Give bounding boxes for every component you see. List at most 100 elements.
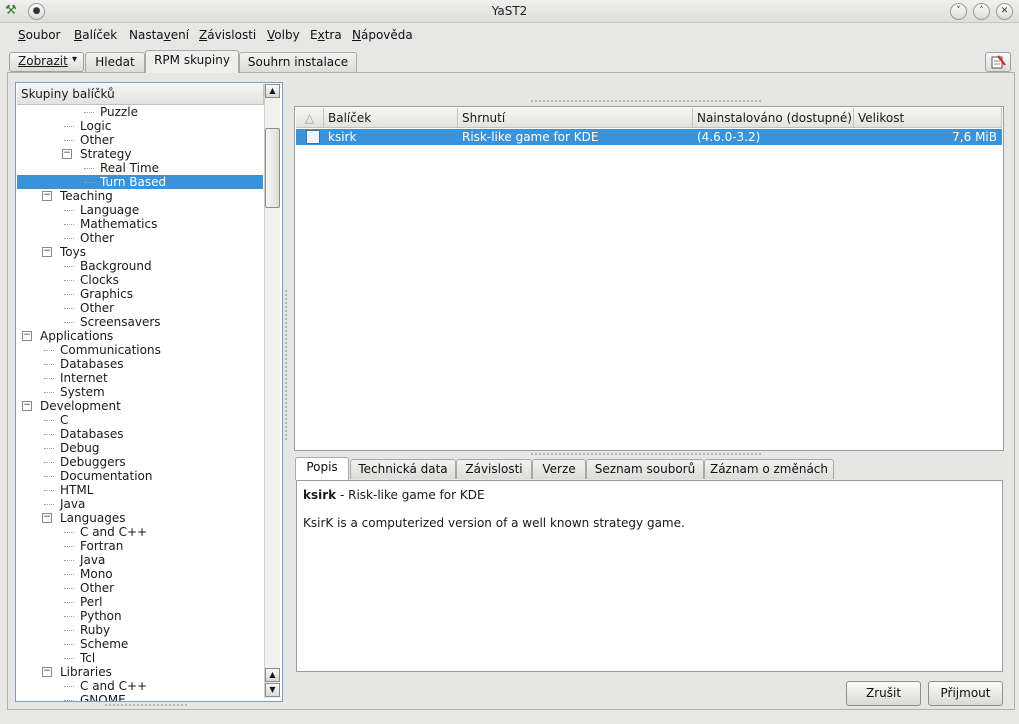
tree-item[interactable]: Applications − xyxy=(16,329,263,343)
tree-item[interactable]: Languages − xyxy=(16,511,263,525)
accept-button[interactable]: Přijmout xyxy=(928,681,1003,706)
tree-item-label: C xyxy=(60,413,69,427)
tab-souhrn-instalace[interactable]: Souhrn instalace xyxy=(239,52,357,72)
tree-item[interactable]: Communications xyxy=(16,343,263,357)
tree-item[interactable]: Mathematics xyxy=(16,217,263,231)
package-status-checkbox[interactable] xyxy=(306,130,320,144)
menu-nastaveni[interactable]: Nastavení xyxy=(129,28,189,42)
tree-scrollbar[interactable]: ▲ ▲ ▼ xyxy=(264,84,280,698)
tree-item[interactable]: Puzzle xyxy=(16,105,263,119)
splitter-grip-top[interactable] xyxy=(531,100,761,102)
splitter-grip[interactable] xyxy=(105,704,187,706)
tree-connector xyxy=(64,140,74,141)
tree-item[interactable]: Toys − xyxy=(16,245,263,259)
view-dropdown-label: Zobrazit xyxy=(18,54,68,68)
tree-collapse-icon[interactable]: − xyxy=(42,513,52,523)
tree-item[interactable]: Background xyxy=(16,259,263,273)
menu-soubor[interactable]: Soubor xyxy=(18,28,60,42)
tree-item[interactable]: Mono xyxy=(16,567,263,581)
menu-balicek[interactable]: Balíček xyxy=(74,28,117,42)
tree-item[interactable]: GNOME xyxy=(16,693,263,701)
package-table[interactable]: △ Balíček Shrnutí Nainstalováno (dostupn… xyxy=(294,106,1004,451)
tree-collapse-icon[interactable]: − xyxy=(42,247,52,257)
tree-item[interactable]: Other xyxy=(16,133,263,147)
menu-extra[interactable]: Extra xyxy=(310,28,342,42)
tree-item[interactable]: Scheme xyxy=(16,637,263,651)
tree-item[interactable]: Graphics xyxy=(16,287,263,301)
tree-item[interactable]: Turn Based xyxy=(17,175,263,189)
tree-item[interactable]: Development − xyxy=(16,399,263,413)
package-group-tree[interactable]: Skupiny balíčků Puzzle Logic Other Strategy… xyxy=(15,82,283,702)
status-column-header[interactable]: △ xyxy=(296,108,324,128)
menu-napoveda[interactable]: Nápověda xyxy=(352,28,413,42)
tree-item[interactable]: HTML xyxy=(16,483,263,497)
tree-item[interactable]: Debug xyxy=(16,441,263,455)
cancel-button[interactable]: Zrušit xyxy=(846,681,921,706)
tree-item[interactable]: Documentation xyxy=(16,469,263,483)
tree-item[interactable]: Clocks xyxy=(16,273,263,287)
tree-item[interactable]: System xyxy=(16,385,263,399)
tree-item[interactable]: Perl xyxy=(16,595,263,609)
maximize-button[interactable]: ˄ xyxy=(973,3,990,20)
column-header-shrnuti[interactable]: Shrnutí xyxy=(458,108,693,128)
log-button[interactable] xyxy=(985,52,1011,72)
menu-volby[interactable]: Volby xyxy=(267,28,300,42)
tab-popis[interactable]: Popis xyxy=(295,457,349,480)
tab-technicka-data[interactable]: Technická data xyxy=(350,459,456,479)
column-header-balicek[interactable]: Balíček xyxy=(324,108,458,128)
tab-hledat[interactable]: Hledat xyxy=(85,52,145,72)
tree-item[interactable]: Java xyxy=(16,553,263,567)
tree-collapse-icon[interactable]: − xyxy=(22,401,32,411)
tree-item[interactable]: Language xyxy=(16,203,263,217)
tree-item[interactable]: Databases xyxy=(16,357,263,371)
tree-item[interactable]: C and C++ xyxy=(16,525,263,539)
close-button[interactable]: ✕ xyxy=(996,3,1013,20)
tree-item[interactable]: Internet xyxy=(16,371,263,385)
tree-item[interactable]: Ruby xyxy=(16,623,263,637)
column-header-velikost[interactable]: Velikost xyxy=(854,108,1002,128)
splitter-grip-middle[interactable] xyxy=(531,453,761,455)
tree-connector xyxy=(44,490,54,491)
scroll-up-icon[interactable]: ▲ xyxy=(265,84,280,98)
tree-collapse-icon[interactable]: − xyxy=(42,191,52,201)
tree-item[interactable]: Teaching − xyxy=(16,189,263,203)
tree-item-label: Teaching xyxy=(60,189,113,203)
tree-connector xyxy=(44,462,54,463)
minimize-button[interactable]: ˅ xyxy=(950,3,967,20)
tree-item[interactable]: Logic xyxy=(16,119,263,133)
tree-item[interactable]: Databases xyxy=(16,427,263,441)
tree-item[interactable]: Real Time xyxy=(16,161,263,175)
tree-item[interactable]: Fortran xyxy=(16,539,263,553)
menu-zavislosti[interactable]: Závislosti xyxy=(199,28,256,42)
tree-collapse-icon[interactable]: − xyxy=(42,667,52,677)
tree-connector xyxy=(64,280,74,281)
tree-item[interactable]: Other xyxy=(16,581,263,595)
table-row[interactable]: ksirk Risk-like game for KDE (4.6.0-3.2)… xyxy=(296,129,1002,145)
scroll-down-icon[interactable]: ▼ xyxy=(265,683,280,697)
tree-collapse-icon[interactable]: − xyxy=(62,149,72,159)
column-header-nainstalovano[interactable]: Nainstalováno (dostupné) xyxy=(693,108,854,128)
scrollbar-thumb[interactable] xyxy=(265,128,280,208)
tree-item[interactable]: Strategy − xyxy=(16,147,263,161)
tree-header[interactable]: Skupiny balíčků xyxy=(17,84,264,105)
tree-item[interactable]: Other xyxy=(16,231,263,245)
vertical-splitter[interactable] xyxy=(285,290,289,440)
tree-item[interactable]: Tcl xyxy=(16,651,263,665)
tab-rpm-skupiny[interactable]: RPM skupiny xyxy=(145,50,239,73)
tree-item-label: Real Time xyxy=(100,161,160,175)
tree-item[interactable]: Java xyxy=(16,497,263,511)
view-dropdown-button[interactable]: Zobrazit ▾ xyxy=(9,52,84,72)
tab-zaznam-o-zmenach[interactable]: Záznam o změnách xyxy=(704,459,834,479)
tree-item[interactable]: Python xyxy=(16,609,263,623)
tree-item[interactable]: Other xyxy=(16,301,263,315)
tree-item[interactable]: Debuggers xyxy=(16,455,263,469)
tree-item[interactable]: C xyxy=(16,413,263,427)
tree-item[interactable]: Screensavers xyxy=(16,315,263,329)
scroll-up-icon-bottom[interactable]: ▲ xyxy=(265,668,280,682)
tree-collapse-icon[interactable]: − xyxy=(22,331,32,341)
tree-item[interactable]: Libraries − xyxy=(16,665,263,679)
tree-item[interactable]: C and C++ xyxy=(16,679,263,693)
tab-seznam-souboru[interactable]: Seznam souborů xyxy=(586,459,704,479)
tab-zavislosti[interactable]: Závislosti xyxy=(456,459,532,479)
tab-verze[interactable]: Verze xyxy=(532,459,586,479)
